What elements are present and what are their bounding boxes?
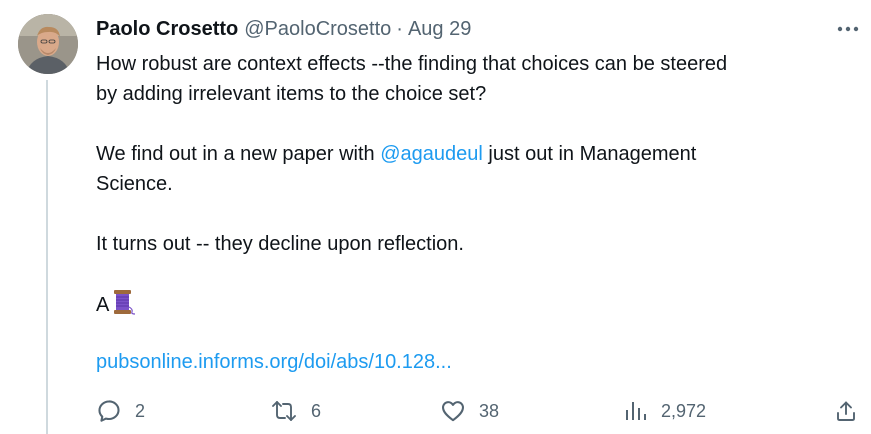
retweet-button[interactable]: 6 <box>270 396 321 426</box>
tweet-text: How robust are context effects --the fin… <box>96 49 856 324</box>
like-button[interactable]: 38 <box>440 396 499 426</box>
author-handle[interactable]: @PaoloCrosetto <box>244 18 391 41</box>
tweet-text-segment: just out in Management <box>488 143 697 165</box>
share-button[interactable] <box>834 396 858 426</box>
tweet-line: by adding irrelevant items to the choice… <box>96 83 487 105</box>
avatar-image <box>18 14 78 74</box>
tweet-line: How robust are context effects --the fin… <box>96 53 728 75</box>
like-count: 38 <box>479 400 500 421</box>
spool-of-thread-icon <box>112 289 136 324</box>
retweet-icon <box>272 401 296 421</box>
heart-icon <box>442 401 464 422</box>
tweet-line: We find out in a new paper with @agaudeu… <box>96 139 856 169</box>
tweet-line: Science. <box>96 173 173 195</box>
tweet-header: Paolo Crosetto @PaoloCrosetto · Aug 29 <box>96 16 471 42</box>
views-analytics-icon <box>626 402 646 420</box>
share-icon <box>837 401 855 421</box>
more-options-button[interactable] <box>835 18 861 40</box>
reply-icon <box>98 400 120 422</box>
reply-count: 2 <box>135 400 146 421</box>
more-dots-icon <box>837 26 859 32</box>
tweet-actions-bar: 2 6 38 2,972 <box>96 396 862 426</box>
reply-button[interactable]: 2 <box>96 396 145 426</box>
header-separator: · <box>396 17 403 40</box>
avatar[interactable] <box>18 14 78 74</box>
tweet-text-segment: A <box>96 294 110 316</box>
external-link[interactable]: pubsonline.informs.org/doi/abs/10.128... <box>96 347 452 377</box>
thread-connector-line <box>46 80 48 434</box>
tweet-date[interactable]: Aug 29 <box>408 18 471 41</box>
views-button[interactable]: 2,972 <box>624 396 706 426</box>
tweet-line: It turns out -- they decline upon reflec… <box>96 233 464 255</box>
author-name[interactable]: Paolo Crosetto <box>96 18 238 41</box>
tweet-text-segment: We find out in a new paper with <box>96 143 375 165</box>
views-count: 2,972 <box>661 400 707 421</box>
retweet-count: 6 <box>311 400 322 421</box>
tweet-line: A <box>96 289 856 324</box>
mention-link[interactable]: @agaudeul <box>380 143 483 165</box>
